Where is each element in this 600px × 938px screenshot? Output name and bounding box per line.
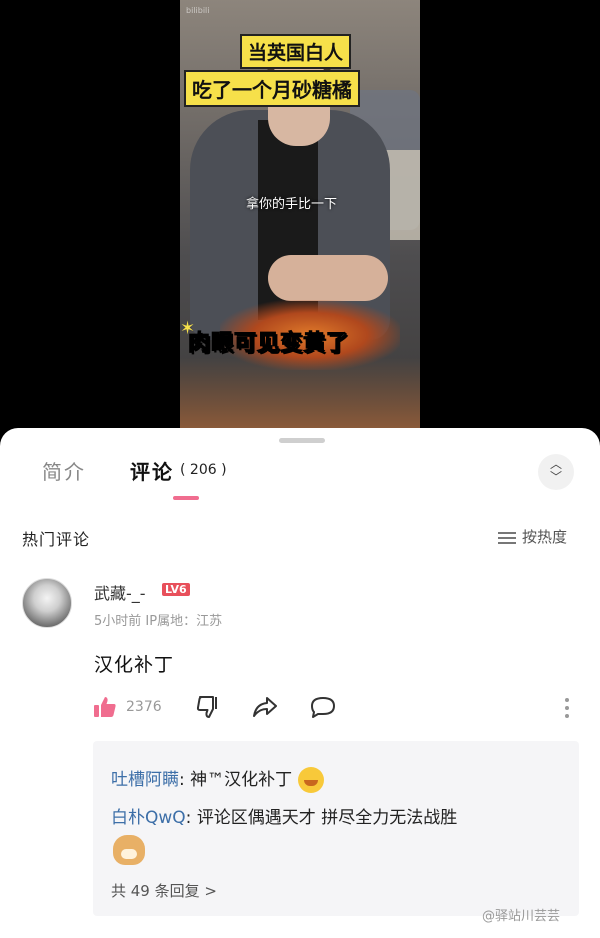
view-more-replies-link[interactable]: 共 49 条回复 > (111, 880, 217, 901)
hot-comments-label: 热门评论 (22, 530, 91, 549)
video-watermark: bilibili (186, 6, 210, 15)
thumbs-down-icon[interactable] (196, 696, 220, 718)
avatar[interactable] (22, 578, 72, 628)
sort-label: 按热度 (522, 528, 568, 546)
reply-author[interactable]: 吐槽阿瞒 (111, 770, 179, 790)
sheet-drag-handle[interactable] (279, 438, 325, 443)
comment-username[interactable]: 武藏-_- (94, 580, 146, 604)
comment-text: 汉化补丁 (94, 654, 175, 676)
tab-intro[interactable]: 简介 (42, 456, 86, 485)
person-hands (268, 255, 388, 301)
tab-bar: 简介 评论 ( 206 ) (0, 456, 600, 496)
reply-item[interactable]: 白朴QwQ: 评论区偶遇天才 拼尽全力无法战胜 (111, 803, 457, 828)
video-player[interactable]: bilibili 当英国白人 吃了一个月砂糖橘 拿你的手比一下 ✶ 肉眼可见变黄… (180, 0, 420, 428)
comment-meta: 5小时前 IP属地：江苏 (94, 614, 223, 629)
like-count: 2376 (126, 699, 162, 715)
sort-lines-icon (498, 529, 516, 547)
laughing-emoji-icon (298, 767, 325, 793)
video-subtitle: 拿你的手比一下 (246, 197, 338, 212)
tab-comments[interactable]: 评论 (130, 456, 174, 485)
video-title-line1: 当英国白人 (240, 34, 352, 69)
reply-author[interactable]: 白朴QwQ (111, 808, 186, 828)
replies-box[interactable]: 吐槽阿瞒: 神™汉化补丁 白朴QwQ: 评论区偶遇天才 拼尽全力无法战胜 共 4… (93, 741, 579, 916)
reply-bubble-icon[interactable] (310, 696, 336, 718)
share-icon[interactable] (252, 696, 278, 718)
level-badge: LV6 (162, 583, 190, 596)
reply-text: 评论区偶遇天才 拼尽全力无法战胜 (196, 808, 458, 828)
expand-collapse-icon[interactable]: ︿ ﹀ (538, 454, 574, 490)
comment-count: ( 206 ) (180, 462, 227, 478)
blurred-foreground (180, 358, 420, 428)
active-tab-indicator (173, 496, 199, 500)
comment-actions: 2376 (0, 694, 600, 728)
more-vertical-icon[interactable] (563, 696, 571, 720)
comments-sheet: 简介 评论 ( 206 ) ︿ ﹀ 热门评论 按热度 武藏-_- LV6 5小时前… (0, 428, 600, 938)
video-big-caption: 肉眼可见变黄了 (187, 331, 350, 357)
thumbs-up-icon[interactable] (93, 696, 117, 718)
video-title-line2: 吃了一个月砂糖橘 (184, 70, 360, 107)
sort-button[interactable]: 按热度 (498, 526, 567, 547)
reply-text: 神™汉化补丁 (190, 770, 293, 790)
reply-item[interactable]: 吐槽阿瞒: 神™汉化补丁 (111, 765, 325, 793)
doge-emoji-icon (113, 835, 145, 865)
weibo-watermark: @驿站川芸芸 (482, 909, 561, 924)
